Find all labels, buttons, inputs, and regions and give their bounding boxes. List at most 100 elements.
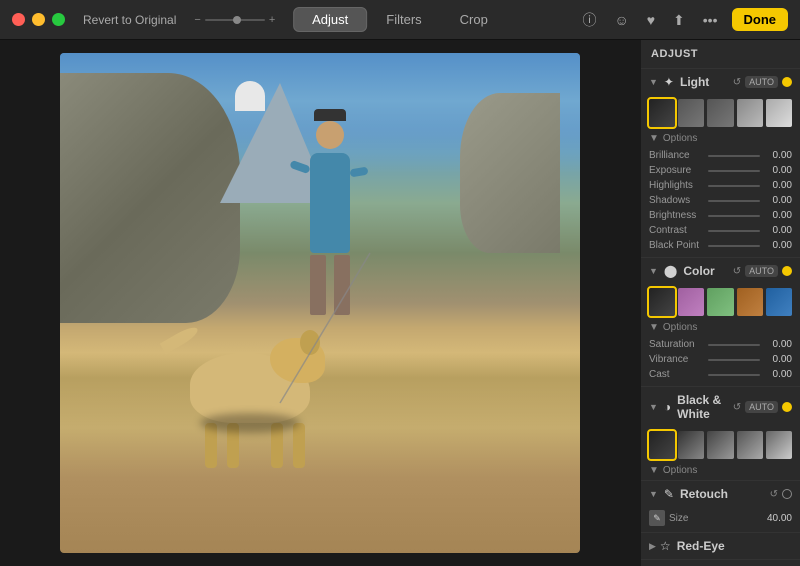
light-thumb-5[interactable] bbox=[766, 99, 792, 127]
zoom-out-icon[interactable]: − bbox=[194, 14, 200, 26]
color-actions: ↺ AUTO bbox=[733, 265, 792, 277]
adjust-panel: ADJUST ▼ ✦ Light ↺ AUTO ▼ bbox=[640, 40, 800, 566]
bw-thumb-2[interactable] bbox=[678, 431, 704, 459]
bw-auto-badge[interactable]: AUTO bbox=[745, 401, 778, 413]
light-options-toggle[interactable]: ▼ Options bbox=[641, 131, 800, 148]
minimize-button[interactable] bbox=[32, 13, 45, 26]
retouch-section: ▼ ✎ Retouch ↺ ✎ Size 40.00 bbox=[641, 481, 800, 533]
redeye-section: ▶ ☆ Red-Eye bbox=[641, 533, 800, 560]
color-thumb-1[interactable] bbox=[649, 288, 675, 316]
shadows-label: Shadows bbox=[649, 195, 704, 206]
shadows-slider[interactable] bbox=[708, 200, 760, 202]
color-section-header[interactable]: ▼ ⬤ Color ↺ AUTO bbox=[641, 258, 800, 284]
color-thumbnails bbox=[641, 284, 800, 320]
maximize-button[interactable] bbox=[52, 13, 65, 26]
tab-bar: Adjust Filters Crop bbox=[293, 7, 507, 32]
color-icon: ⬤ bbox=[664, 264, 677, 278]
color-thumb-3[interactable] bbox=[707, 288, 733, 316]
light-thumb-2[interactable] bbox=[678, 99, 704, 127]
vibrance-slider[interactable] bbox=[708, 359, 760, 361]
color-auto-badge[interactable]: AUTO bbox=[745, 265, 778, 277]
color-thumb-5[interactable] bbox=[766, 288, 792, 316]
share-icon[interactable]: ⬆ bbox=[669, 11, 689, 29]
redeye-section-header[interactable]: ▶ ☆ Red-Eye bbox=[641, 533, 800, 559]
bw-thumb-4[interactable] bbox=[737, 431, 763, 459]
light-undo-icon[interactable]: ↺ bbox=[733, 77, 741, 88]
done-button[interactable]: Done bbox=[732, 8, 789, 31]
tab-filters[interactable]: Filters bbox=[367, 7, 440, 32]
panel-title: ADJUST bbox=[641, 40, 800, 69]
brilliance-slider[interactable] bbox=[708, 155, 760, 157]
bw-thumb-3[interactable] bbox=[707, 431, 733, 459]
bw-options-toggle[interactable]: ▼ Options bbox=[641, 463, 800, 480]
tab-adjust[interactable]: Adjust bbox=[293, 7, 367, 32]
light-thumb-1[interactable] bbox=[649, 99, 675, 127]
light-auto-badge[interactable]: AUTO bbox=[745, 76, 778, 88]
retouch-undo-icon[interactable]: ↺ bbox=[770, 489, 778, 500]
color-options-toggle[interactable]: ▼ Options bbox=[641, 320, 800, 337]
whitebalance-section-header[interactable]: ▼ ◧ White Balance ↺ AUTO bbox=[641, 560, 800, 566]
brightness-value: 0.00 bbox=[764, 210, 792, 221]
smiley-icon[interactable]: ☺ bbox=[610, 11, 632, 29]
color-label: Color bbox=[683, 264, 728, 278]
color-thumb-4[interactable] bbox=[737, 288, 763, 316]
contrast-label: Contrast bbox=[649, 225, 704, 236]
highlights-row: Highlights 0.00 bbox=[641, 178, 800, 193]
saturation-slider[interactable] bbox=[708, 344, 760, 346]
bw-toggle[interactable] bbox=[782, 402, 792, 412]
contrast-slider[interactable] bbox=[708, 230, 760, 232]
zoom-slider[interactable] bbox=[205, 19, 265, 21]
brightness-slider[interactable] bbox=[708, 215, 760, 217]
info-icon[interactable]: ⓘ bbox=[578, 11, 600, 29]
light-thumb-3[interactable] bbox=[707, 99, 733, 127]
retouch-section-header[interactable]: ▼ ✎ Retouch ↺ bbox=[641, 481, 800, 507]
color-thumb-2[interactable] bbox=[678, 288, 704, 316]
photo-area bbox=[0, 40, 640, 566]
zoom-in-icon[interactable]: + bbox=[269, 14, 275, 26]
blackpoint-slider[interactable] bbox=[708, 245, 760, 247]
cast-value: 0.00 bbox=[764, 369, 792, 380]
light-thumbnails bbox=[641, 95, 800, 131]
color-undo-icon[interactable]: ↺ bbox=[733, 266, 741, 277]
vibrance-label: Vibrance bbox=[649, 354, 704, 365]
retouch-chevron: ▼ bbox=[649, 489, 658, 499]
shadows-row: Shadows 0.00 bbox=[641, 193, 800, 208]
light-section-header[interactable]: ▼ ✦ Light ↺ AUTO bbox=[641, 69, 800, 95]
blackpoint-value: 0.00 bbox=[764, 240, 792, 251]
light-icon: ✦ bbox=[664, 75, 674, 89]
heart-icon[interactable]: ♥ bbox=[643, 11, 659, 29]
bw-section-header[interactable]: ▼ ◑ Black & White ↺ AUTO bbox=[641, 387, 800, 427]
tab-crop[interactable]: Crop bbox=[441, 7, 507, 32]
color-section: ▼ ⬤ Color ↺ AUTO ▼ Options bbox=[641, 258, 800, 387]
bw-actions: ↺ AUTO bbox=[733, 401, 792, 413]
shadows-value: 0.00 bbox=[764, 195, 792, 206]
bw-thumb-5[interactable] bbox=[766, 431, 792, 459]
highlights-slider[interactable] bbox=[708, 185, 760, 187]
cast-slider[interactable] bbox=[708, 374, 760, 376]
light-chevron: ▼ bbox=[649, 77, 658, 87]
exposure-slider[interactable] bbox=[708, 170, 760, 172]
retouch-brush-icon[interactable]: ✎ bbox=[649, 510, 665, 526]
zoom-control: − + bbox=[194, 14, 275, 26]
light-thumb-4[interactable] bbox=[737, 99, 763, 127]
highlights-value: 0.00 bbox=[764, 180, 792, 191]
retouch-size-value: 40.00 bbox=[767, 513, 792, 524]
person-figure bbox=[310, 153, 350, 315]
light-section: ▼ ✦ Light ↺ AUTO ▼ Options bbox=[641, 69, 800, 258]
bw-undo-icon[interactable]: ↺ bbox=[733, 402, 741, 413]
more-icon[interactable]: ••• bbox=[699, 11, 722, 29]
exposure-value: 0.00 bbox=[764, 165, 792, 176]
photo-image[interactable] bbox=[60, 53, 580, 553]
brilliance-label: Brilliance bbox=[649, 150, 704, 161]
brilliance-value: 0.00 bbox=[764, 150, 792, 161]
saturation-row: Saturation 0.00 bbox=[641, 337, 800, 352]
close-button[interactable] bbox=[12, 13, 25, 26]
dog-figure bbox=[190, 353, 310, 423]
light-toggle[interactable] bbox=[782, 77, 792, 87]
revert-button[interactable]: Revert to Original bbox=[77, 10, 182, 30]
bw-thumb-1[interactable] bbox=[649, 431, 675, 459]
blackpoint-label: Black Point bbox=[649, 240, 704, 251]
retouch-toggle[interactable] bbox=[782, 489, 792, 499]
color-toggle[interactable] bbox=[782, 266, 792, 276]
vibrance-value: 0.00 bbox=[764, 354, 792, 365]
